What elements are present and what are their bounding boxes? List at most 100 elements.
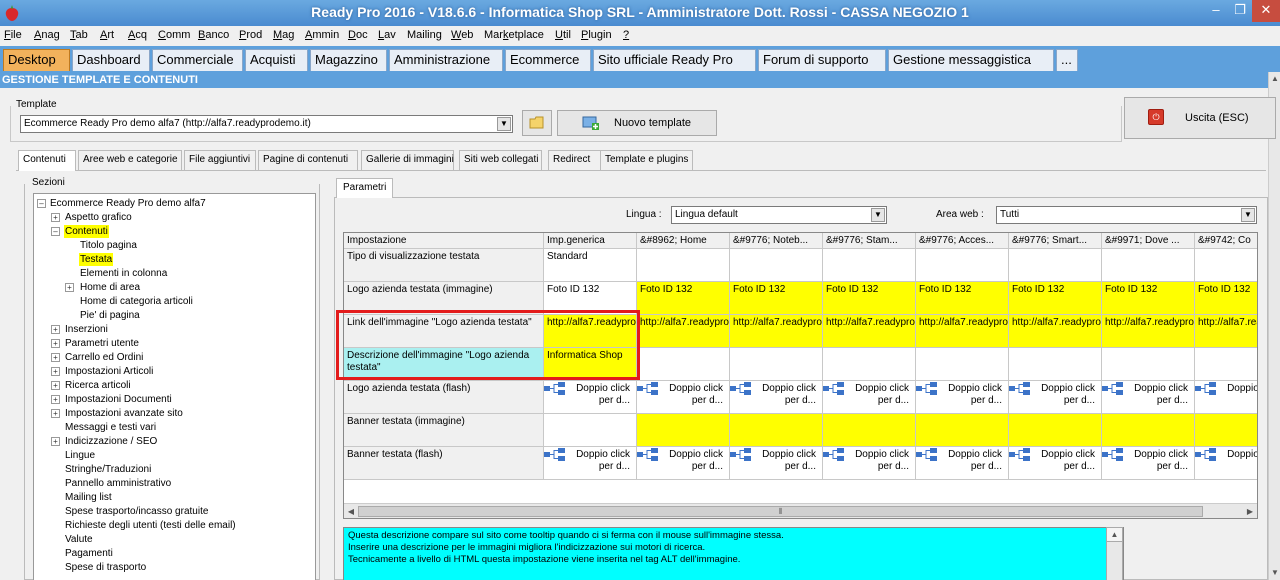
grid-cell[interactable] xyxy=(730,249,823,282)
tab-sub-1[interactable]: Aree web e categorie xyxy=(78,150,182,170)
grid-cell[interactable] xyxy=(1195,414,1257,447)
tree-node[interactable]: – Contenuti xyxy=(34,225,314,238)
menu-item-2[interactable]: Tab xyxy=(70,29,88,41)
grid-cell[interactable]: Foto ID 132 xyxy=(637,282,730,315)
tab-sub-6[interactable]: Redirect xyxy=(548,150,601,170)
grid-cell[interactable]: Doppio click per d... xyxy=(730,447,823,480)
grid-cell[interactable]: Doppio click per xyxy=(1195,447,1257,480)
menu-item-7[interactable]: Prod xyxy=(239,29,262,41)
tree-node[interactable]: Home di categoria articoli xyxy=(34,295,314,308)
grid-column-header[interactable]: &#9776; Noteb... xyxy=(730,233,823,249)
chevron-down-icon[interactable]: ▼ xyxy=(497,117,511,131)
maximize-button[interactable]: ❐ xyxy=(1228,0,1252,22)
tree-node[interactable]: + Impostazioni avanzate sito xyxy=(34,407,314,420)
tab-sub-5[interactable]: Siti web collegati xyxy=(459,150,542,170)
menu-item-1[interactable]: Anag xyxy=(34,29,60,41)
tab-main-5[interactable]: Amministrazione xyxy=(389,49,503,71)
menu-item-5[interactable]: Comm xyxy=(158,29,190,41)
chevron-down-icon[interactable]: ▼ xyxy=(1241,208,1255,222)
description-scrollbar[interactable]: ▲ xyxy=(1106,527,1123,580)
sections-tree[interactable]: – Ecommerce Ready Pro demo alfa7 + Aspetto … xyxy=(33,193,316,580)
tree-node[interactable]: + Home di area xyxy=(34,281,314,294)
tree-node[interactable]: + Impostazioni Articoli xyxy=(34,365,314,378)
grid-cell[interactable] xyxy=(1009,414,1102,447)
tab-sub-4[interactable]: Gallerie di immagini xyxy=(361,150,454,170)
language-select[interactable]: Lingua default ▼ xyxy=(671,206,887,224)
tree-node[interactable]: Messaggi e testi vari xyxy=(34,421,314,434)
menu-item-14[interactable]: Marketplace xyxy=(484,29,544,41)
new-template-button[interactable]: Nuovo template xyxy=(557,110,717,136)
grid-cell[interactable]: Standard xyxy=(544,249,637,282)
tree-node[interactable]: Stringhe/Traduzioni xyxy=(34,463,314,476)
page-scrollbar[interactable]: ▲ ▼ xyxy=(1268,72,1280,580)
grid-cell[interactable]: Doppio click per d... xyxy=(544,447,637,480)
tree-node[interactable]: Valute xyxy=(34,533,314,546)
grid-cell[interactable] xyxy=(1195,249,1257,282)
grid-column-header[interactable]: &#8962; Home xyxy=(637,233,730,249)
grid-cell[interactable] xyxy=(730,348,823,381)
grid-cell[interactable]: Doppio click per d... xyxy=(1102,381,1195,414)
grid-cell[interactable]: http://alfa7.readyprodemo.it/ xyxy=(637,315,730,348)
exit-button[interactable]: ⏻ Uscita (ESC) xyxy=(1124,97,1276,139)
tree-node[interactable]: Titolo pagina xyxy=(34,239,314,252)
grid-horizontal-scrollbar[interactable]: ◀ ⦀ ▶ xyxy=(344,503,1257,518)
tree-node[interactable]: + Carrello ed Ordini xyxy=(34,351,314,364)
menu-item-9[interactable]: Ammin xyxy=(305,29,339,41)
grid-cell[interactable]: Doppio click per d... xyxy=(916,381,1009,414)
tab-main-1[interactable]: Dashboard xyxy=(72,49,150,71)
open-folder-button[interactable] xyxy=(522,110,552,136)
menu-item-4[interactable]: Acq xyxy=(128,29,147,41)
grid-cell[interactable]: Doppio click per d... xyxy=(637,381,730,414)
collapse-icon[interactable]: – xyxy=(37,199,46,208)
grid-column-header[interactable]: &#9776; Acces... xyxy=(916,233,1009,249)
grid-cell[interactable]: Foto ID 132 xyxy=(730,282,823,315)
template-select[interactable]: Ecommerce Ready Pro demo alfa7 (http://a… xyxy=(20,115,513,133)
expand-icon[interactable]: + xyxy=(51,367,60,376)
grid-cell[interactable]: http://alfa7.readyprodemo.it/ xyxy=(1009,315,1102,348)
grid-column-header[interactable]: &#9776; Smart... xyxy=(1009,233,1102,249)
expand-icon[interactable]: + xyxy=(51,213,60,222)
grid-cell[interactable]: http://alfa7.readyprodemo.it/ xyxy=(823,315,916,348)
scroll-right-icon[interactable]: ▶ xyxy=(1243,504,1257,519)
tab-parametri[interactable]: Parametri xyxy=(336,178,394,198)
collapse-icon[interactable]: – xyxy=(51,227,60,236)
area-select[interactable]: Tutti ▼ xyxy=(996,206,1257,224)
tree-node[interactable]: Spese di trasporto xyxy=(34,561,314,574)
tab-main-7[interactable]: Sito ufficiale Ready Pro xyxy=(593,49,756,71)
grid-cell[interactable] xyxy=(823,348,916,381)
grid-cell[interactable]: Foto ID 132 xyxy=(1009,282,1102,315)
menu-item-0[interactable]: File xyxy=(4,29,22,41)
tree-node[interactable]: + Inserzioni xyxy=(34,323,314,336)
grid-column-header[interactable]: &#9776; Stam... xyxy=(823,233,916,249)
grid-cell[interactable]: Doppio click per d... xyxy=(730,381,823,414)
scroll-thumb[interactable]: ⦀ xyxy=(358,506,1203,517)
tree-node[interactable]: + Indicizzazione / SEO xyxy=(34,435,314,448)
grid-cell[interactable] xyxy=(1009,249,1102,282)
scroll-up-icon[interactable]: ▲ xyxy=(1269,72,1280,86)
grid-cell[interactable]: http://alfa7.readyprodemo.it/ xyxy=(1195,315,1257,348)
expand-icon[interactable]: + xyxy=(51,409,60,418)
grid-cell[interactable]: http://alfa7.readyprodemo.it/ xyxy=(916,315,1009,348)
grid-cell[interactable]: Doppio click per d... xyxy=(823,447,916,480)
grid-cell[interactable] xyxy=(637,249,730,282)
grid-cell[interactable]: Doppio click per d... xyxy=(916,447,1009,480)
grid-cell[interactable] xyxy=(916,249,1009,282)
grid-column-header[interactable]: Imp.generica xyxy=(544,233,637,249)
tab-sub-3[interactable]: Pagine di contenuti xyxy=(258,150,358,170)
tab-main-4[interactable]: Magazzino xyxy=(310,49,387,71)
grid-cell[interactable] xyxy=(730,414,823,447)
tree-node[interactable]: – Ecommerce Ready Pro demo alfa7 xyxy=(34,197,314,210)
grid-column-header[interactable]: &#9971; Dove ... xyxy=(1102,233,1195,249)
tree-node[interactable]: Pagamenti xyxy=(34,547,314,560)
grid-cell[interactable]: Doppio click per d... xyxy=(1009,447,1102,480)
grid-cell[interactable]: http://alfa7.readyprodemo.it/ xyxy=(730,315,823,348)
grid-cell[interactable]: Foto ID 132 xyxy=(1102,282,1195,315)
tree-node[interactable]: + Ricerca articoli xyxy=(34,379,314,392)
tab-main-0[interactable]: Desktop xyxy=(3,49,70,71)
grid-column-header[interactable]: Impostazione xyxy=(344,233,544,249)
menu-item-12[interactable]: Mailing xyxy=(407,29,442,41)
menu-item-8[interactable]: Mag xyxy=(273,29,294,41)
tree-node[interactable]: Testata xyxy=(34,253,314,266)
grid-cell[interactable] xyxy=(916,348,1009,381)
grid-cell[interactable]: http://alfa7.readyprodemo.it/ xyxy=(1102,315,1195,348)
